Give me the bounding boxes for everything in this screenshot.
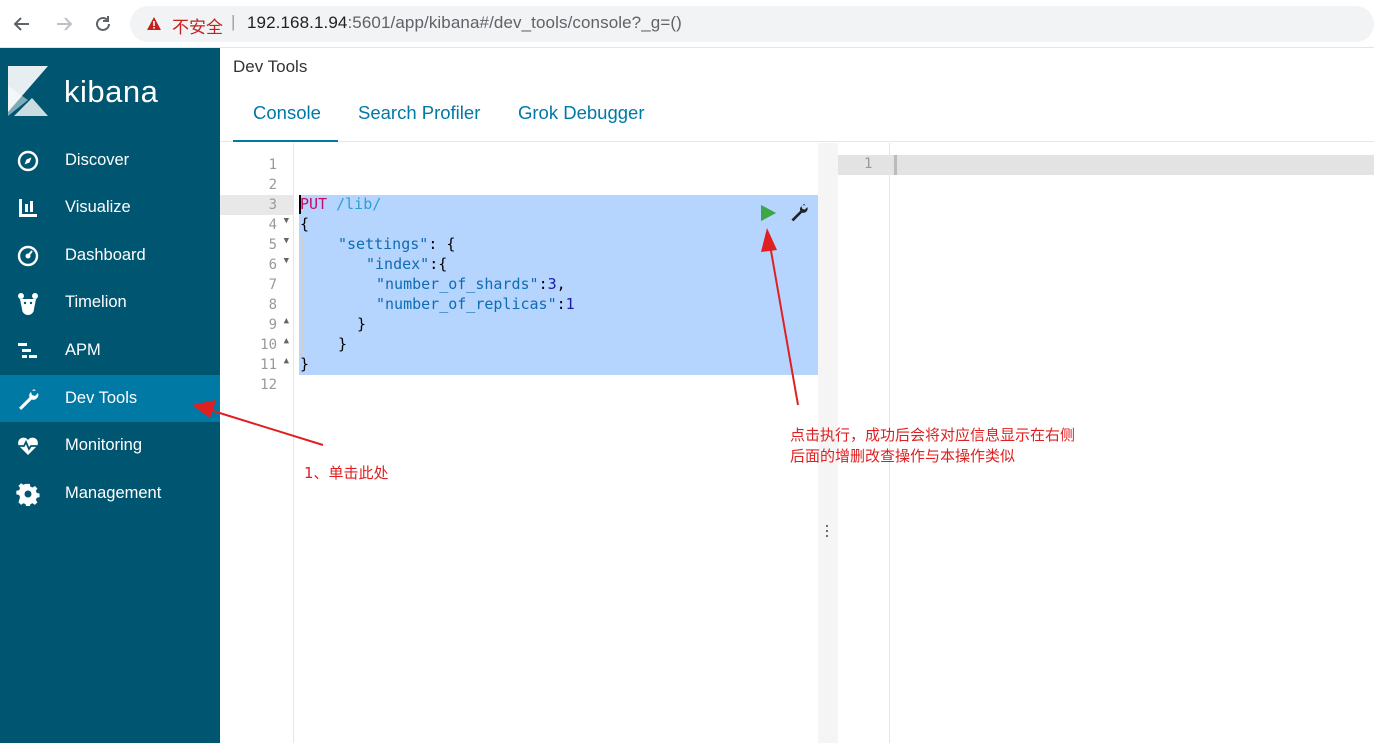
output-active-line (838, 155, 1374, 175)
annotation-run-line2: 后面的增删改查操作与本操作类似 (790, 447, 1016, 465)
arrow-right-icon[interactable] (52, 12, 76, 36)
text-cursor (299, 195, 301, 214)
dashboard-gauge-icon (17, 245, 39, 267)
sidebar-item-dashboard[interactable]: Dashboard (0, 232, 220, 279)
code-line: "number_of_shards":3, (376, 275, 566, 293)
browser-toolbar: 不安全 | 192.168.1.94:5601/app/kibana#/dev_… (0, 0, 1374, 48)
sidebar-item-label: Timelion (65, 293, 127, 311)
tab-console[interactable]: Console (253, 102, 321, 124)
bar-chart-icon (19, 199, 37, 217)
url-path: :5601/app/kibana#/dev_tools/console?_g=(… (347, 13, 682, 32)
timelion-bear-icon (18, 293, 38, 315)
kibana-logo-icon (8, 66, 48, 116)
sidebar-item-label: Monitoring (65, 436, 143, 454)
line-number: 5 ▼ (268, 236, 289, 253)
line-number: 10 ▲ (260, 336, 289, 353)
security-warning-label[interactable]: 不安全 (172, 13, 223, 38)
sidebar-item-dev-tools[interactable]: Dev Tools (0, 375, 220, 422)
sidebar-item-label: Dev Tools (65, 389, 138, 407)
code-line: "number_of_replicas":1 (376, 295, 575, 313)
code-line: "settings": { (338, 235, 456, 253)
fold-icon[interactable]: ▲ (284, 316, 289, 326)
console-editor[interactable]: 1 2 3 4 ▼ 5 ▼ 6 ▼ 7 8 9 ▲ 10 ▲ 11 ▲ 12 PUT /li… (220, 143, 818, 743)
line-number: 1 (268, 157, 277, 173)
url-host: 192.168.1.94 (247, 13, 348, 32)
sidebar-item-management[interactable]: Management (0, 470, 220, 517)
line-number: 7 (268, 277, 277, 293)
kibana-sidebar: kibana Discover Visualize Dashboard Time… (0, 48, 220, 743)
line-number: 12 (260, 377, 277, 393)
url-text[interactable]: 192.168.1.94:5601/app/kibana#/dev_tools/… (247, 13, 682, 33)
code-line: PUT /lib/ (300, 195, 820, 215)
line-number: 3 (220, 195, 294, 215)
editor-gutter: 1 2 3 4 ▼ 5 ▼ 6 ▼ 7 8 9 ▲ 10 ▲ 11 ▲ 12 (220, 143, 294, 743)
line-number: 11 ▲ (260, 356, 289, 373)
tab-search-profiler[interactable]: Search Profiler (358, 102, 480, 124)
line-number: 6 ▼ (268, 256, 289, 273)
line-number: 8 (268, 297, 277, 313)
sidebar-item-label: Management (65, 484, 162, 502)
fold-icon[interactable]: ▲ (284, 336, 289, 346)
kibana-logo[interactable]: kibana (0, 48, 220, 118)
play-icon[interactable] (758, 203, 778, 223)
tab-grok-debugger[interactable]: Grok Debugger (518, 102, 644, 124)
warning-icon (147, 17, 161, 30)
output-cursor (894, 155, 897, 175)
sidebar-item-apm[interactable]: APM (0, 327, 220, 374)
fold-icon[interactable]: ▼ (284, 256, 289, 266)
line-number: 9 ▲ (268, 316, 289, 333)
line-number: 1 (864, 156, 873, 172)
fold-icon[interactable]: ▲ (284, 356, 289, 366)
wrench-icon[interactable] (789, 203, 809, 223)
code-line: } (357, 315, 367, 333)
sidebar-item-label: Dashboard (65, 246, 146, 264)
code-line: { (300, 215, 310, 233)
annotation-step1: 1、单击此处 (304, 464, 389, 482)
active-tab-indicator (233, 140, 338, 142)
sidebar-item-discover[interactable]: Discover (0, 137, 220, 184)
heartbeat-icon (18, 437, 38, 455)
annotation-run-note: 点击执行，成功后会将对应信息显示在右侧 后面的增删改查操作与本操作类似 (790, 425, 1075, 467)
dev-tools-tabs: Console Search Profiler Grok Debugger (220, 96, 1374, 142)
compass-icon (17, 150, 39, 172)
logo-text: kibana (64, 74, 159, 109)
fold-icon[interactable]: ▼ (284, 216, 289, 226)
http-method: PUT (300, 195, 328, 213)
url-separator: | (231, 12, 236, 31)
code-line: } (300, 355, 310, 373)
sidebar-item-label: APM (65, 341, 101, 359)
sidebar-item-label: Discover (65, 151, 130, 169)
wrench-icon (19, 389, 39, 410)
sidebar-item-timelion[interactable]: Timelion (0, 279, 220, 326)
fold-icon[interactable]: ▼ (284, 236, 289, 246)
reload-icon[interactable] (91, 12, 115, 36)
sidebar-item-label: Visualize (65, 198, 131, 216)
page-title: Dev Tools (233, 57, 308, 76)
line-number: 2 (268, 177, 277, 193)
code-line: } (338, 335, 348, 353)
arrow-left-icon[interactable] (10, 12, 34, 36)
code-line: "index":{ (366, 255, 448, 273)
dev-tools-main: Dev Tools Console Search Profiler Grok D… (220, 48, 1374, 743)
apm-icon (18, 343, 37, 358)
drag-handle-icon (826, 525, 830, 540)
annotation-run-line1: 点击执行，成功后会将对应信息显示在右侧 (790, 426, 1076, 444)
gear-icon (16, 483, 40, 506)
sidebar-item-monitoring[interactable]: Monitoring (0, 422, 220, 469)
line-number: 4 ▼ (268, 216, 289, 233)
sidebar-item-visualize[interactable]: Visualize (0, 184, 220, 231)
request-path: /lib/ (327, 195, 382, 213)
